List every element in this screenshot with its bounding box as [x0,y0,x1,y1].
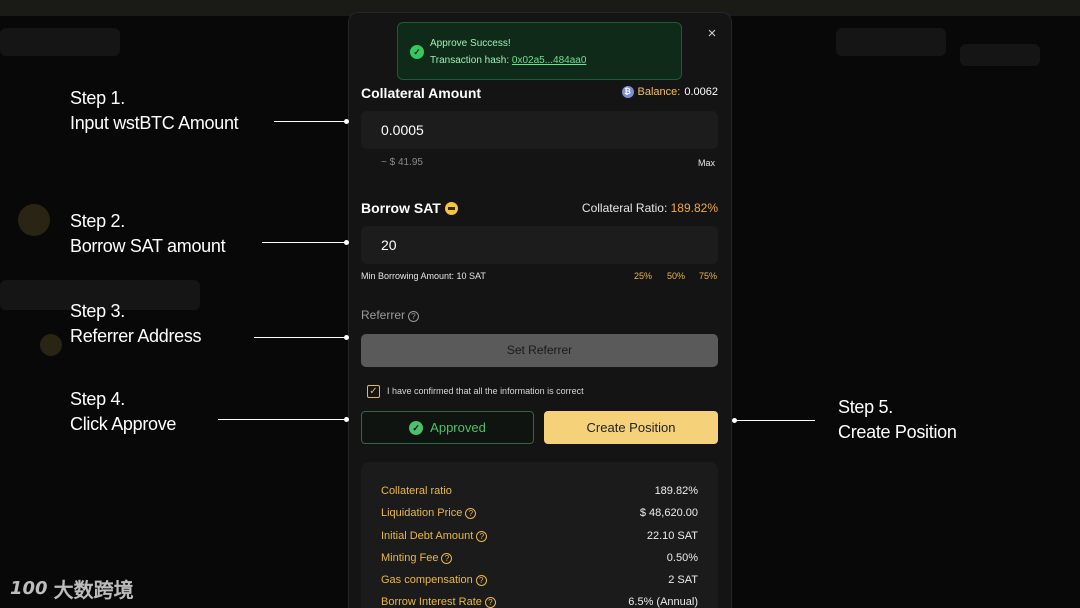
borrow-sat-title-text: Borrow SAT [361,200,441,216]
summary-value: 189.82% [654,485,698,497]
step-5-connector [735,420,815,421]
step-3-annotation: Step 3. Referrer Address [70,299,202,349]
confirm-text: I have confirmed that all the informatio… [387,386,584,396]
summary-value: $ 48,620.00 [639,507,698,519]
set-referrer-button[interactable]: Set Referrer [361,334,718,367]
watermark-logo: 100 [10,578,48,599]
background-coin-icon [18,204,50,236]
summary-row: Borrow Interest Rate? 6.5% (Annual) [381,596,698,608]
collateral-ratio: Collateral Ratio: 189.82% [582,201,718,215]
max-button[interactable]: Max [698,158,715,168]
background-panel [960,44,1040,66]
summary-value: 0.50% [666,552,698,564]
toast-hash-label: Transaction hash: [430,55,512,66]
check-circle-icon: ✓ [409,420,424,435]
summary-key: Collateral ratio [381,485,452,497]
summary-key: Initial Debt Amount? [381,530,488,542]
collateral-input-value: 0.0005 [381,122,424,138]
watermark-text: 大数跨境 [53,578,134,602]
close-icon[interactable]: × [702,24,722,44]
step-5-text: Create Position [838,422,957,442]
sat-coin-icon [444,202,458,215]
summary-row: Gas compensation? 2 SAT [381,574,698,586]
approve-success-toast: ✓ Approve Success! Transaction hash: 0x0… [397,22,682,80]
summary-key: Gas compensation? [381,574,487,586]
background-panel [0,28,120,56]
help-icon[interactable]: ? [484,597,496,608]
step-4-connector-dot [344,417,349,422]
btc-icon: ₿ [621,86,634,98]
summary-row: Initial Debt Amount? 22.10 SAT [381,530,698,542]
help-icon[interactable]: ? [475,575,487,586]
watermark: 100 大数跨境 [10,574,134,603]
help-icon[interactable]: ? [465,508,477,519]
step-4-text: Click Approve [70,414,177,434]
summary-value: 2 SAT [668,574,698,586]
step-3-text: Referrer Address [70,326,202,346]
step-5-number: Step 5. [838,397,893,417]
summary-row: Collateral ratio 189.82% [381,485,698,497]
borrow-sat-title: Borrow SAT [361,200,458,216]
referrer-label-text: Referrer [361,308,406,322]
background-coin-icon [40,334,62,356]
help-icon[interactable]: ? [476,531,488,542]
borrow-input-value: 20 [381,237,397,253]
summary-key-text: Initial Debt Amount [381,530,474,542]
step-1-connector [274,121,346,122]
step-1-annotation: Step 1. Input wstBTC Amount [70,86,239,136]
confirm-checkbox[interactable]: ✓ [367,385,380,398]
summary-value: 6.5% (Annual) [628,596,698,608]
step-5-annotation: Step 5. Create Position [838,395,957,445]
pct-25-button[interactable]: 25% [634,271,652,281]
toast-title: Approve Success! [430,38,511,49]
referrer-label: Referrer? [361,308,420,322]
step-3-number: Step 3. [70,301,125,321]
step-4-connector [218,419,346,420]
summary-value: 22.10 SAT [646,530,698,542]
collateral-amount-title: Collateral Amount [361,85,482,101]
step-1-number: Step 1. [70,88,125,108]
transaction-hash-link[interactable]: 0x02a5...484aa0 [512,55,587,66]
balance-display: ₿ Balance: 0.0062 [621,86,718,98]
summary-row: Liquidation Price? $ 48,620.00 [381,507,698,519]
borrow-amount-input[interactable]: 20 [361,226,718,264]
approved-label: Approved [430,420,486,435]
min-borrowing-amount: Min Borrowing Amount: 10 SAT [361,271,486,281]
step-2-number: Step 2. [70,211,125,231]
help-icon[interactable]: ? [441,553,453,564]
create-position-button[interactable]: Create Position [544,411,718,444]
summary-key-text: Liquidation Price [381,507,463,519]
balance-label: Balance: [637,86,681,98]
summary-key: Borrow Interest Rate? [381,596,496,608]
summary-key: Minting Fee? [381,552,453,564]
summary-row: Minting Fee? 0.50% [381,552,698,564]
collateral-usd-value: ~ $ 41.95 [381,157,423,168]
collateral-ratio-value: 189.82% [670,201,718,215]
step-1-text: Input wstBTC Amount [70,113,239,133]
step-3-connector [254,337,346,338]
pct-50-button[interactable]: 50% [667,271,685,281]
background-panel [836,28,946,56]
step-1-connector-dot [344,119,349,124]
help-icon[interactable]: ? [408,311,420,322]
summary-key-text: Minting Fee [381,552,439,564]
collateral-amount-input[interactable]: 0.0005 [361,111,718,149]
summary-key-text: Gas compensation [381,574,473,586]
step-4-annotation: Step 4. Click Approve [70,387,176,437]
step-3-connector-dot [344,335,349,340]
step-2-connector [262,242,346,243]
step-2-connector-dot [344,240,349,245]
step-2-annotation: Step 2. Borrow SAT amount [70,209,226,259]
balance-value: 0.0062 [684,86,718,98]
step-2-text: Borrow SAT amount [70,236,226,256]
step-4-number: Step 4. [70,389,125,409]
summary-key-text: Borrow Interest Rate [381,596,482,608]
summary-key: Liquidation Price? [381,507,477,519]
approved-button[interactable]: ✓ Approved [361,411,534,444]
collateral-ratio-label: Collateral Ratio: [581,201,668,215]
toast-hash-line: Transaction hash: 0x02a5...484aa0 [430,55,586,66]
success-check-icon: ✓ [410,45,424,59]
pct-75-button[interactable]: 75% [699,271,717,281]
